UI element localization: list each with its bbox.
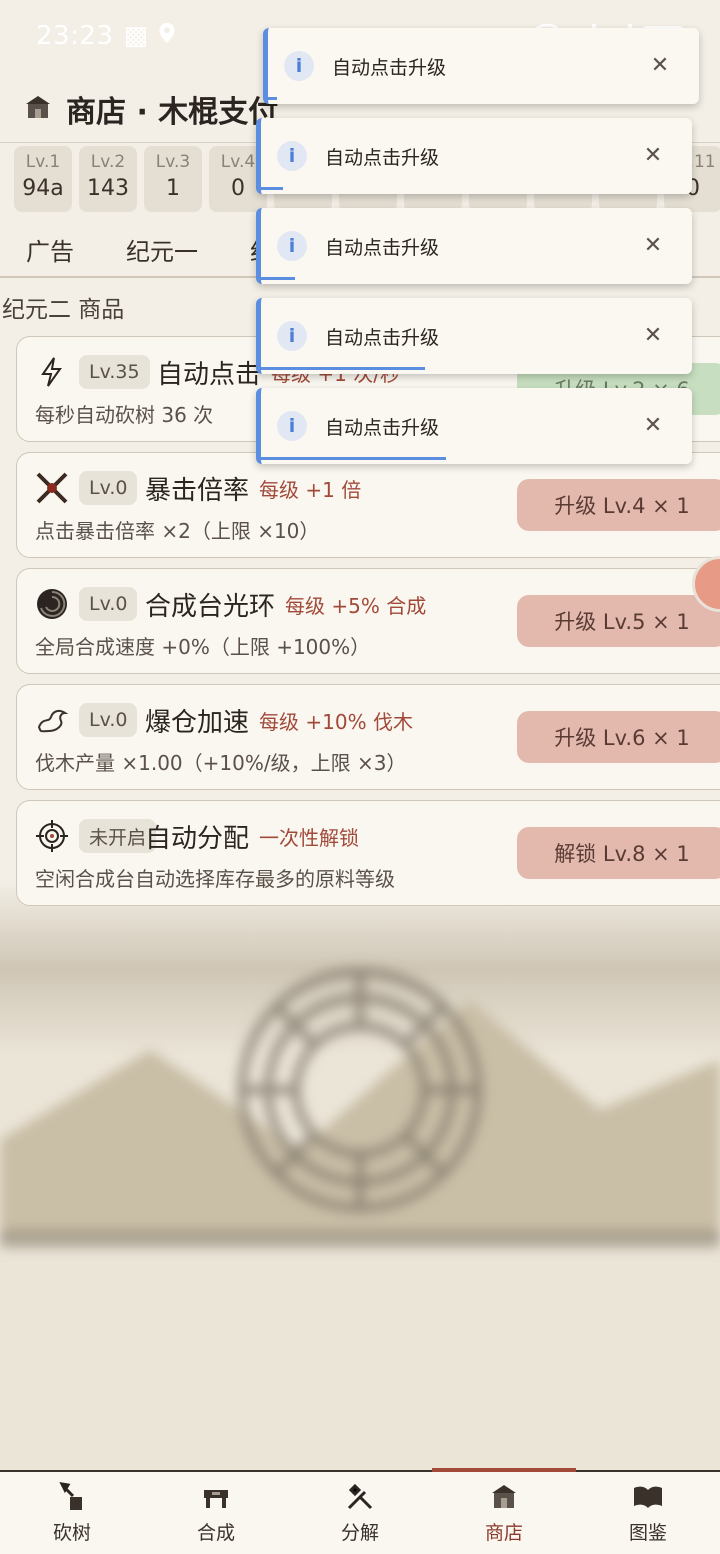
info-icon: i: [277, 411, 307, 441]
shop-icon: [432, 1482, 576, 1512]
upgrade-button[interactable]: 升级 Lv.6 × 1: [517, 711, 720, 763]
section-title: 纪元二 商品: [2, 297, 125, 323]
level-resource-box: Lv.3 1: [144, 146, 202, 212]
background-scenery: [0, 880, 720, 1470]
item-name-line: 暴击倍率 每级 +1 倍: [145, 471, 362, 506]
crit-icon: [35, 471, 69, 505]
item-name-line: 自动分配 一次性解锁: [145, 819, 360, 854]
axe-tree-icon: [0, 1482, 144, 1512]
upgrade-button[interactable]: 解锁 Lv.8 × 1: [517, 827, 720, 879]
item-level-badge: Lv.0: [79, 587, 138, 621]
notification-toast: i 自动点击升级 ✕: [256, 208, 692, 284]
nav-item[interactable]: 商店: [432, 1468, 576, 1554]
item-level-badge: Lv.35: [79, 355, 150, 389]
toast-progress-bar: [261, 187, 283, 190]
tools-icon: [288, 1482, 432, 1512]
item-description: 空闲合成台自动选择库存最多的原料等级: [35, 867, 395, 891]
item-description: 每秒自动砍树 36 次: [35, 403, 214, 427]
notification-toast: i 自动点击升级 ✕: [263, 28, 699, 104]
info-icon: i: [277, 141, 307, 171]
item-name-line: 合成台光环 每级 +5% 合成: [145, 587, 427, 622]
workbench-icon: [144, 1482, 288, 1512]
toast-message: 自动点击升级: [332, 56, 447, 79]
item-per-level: 每级 +1 倍: [259, 477, 362, 502]
item-description: 点击暴击倍率 ×2（上限 ×10）: [35, 519, 320, 543]
item-level-badge: Lv.0: [79, 703, 138, 737]
level-resource-box: Lv.1 94a: [14, 146, 72, 212]
item-level-badge: Lv.0: [79, 471, 138, 505]
close-icon[interactable]: ✕: [638, 138, 668, 172]
page-title: 商店 · 木棍支付: [66, 95, 279, 130]
shop-item-card: Lv.0 暴击倍率 每级 +1 倍 点击暴击倍率 ×2（上限 ×10） 升级 L…: [16, 452, 720, 558]
level-resource-value: 1: [166, 176, 180, 201]
info-icon: i: [277, 231, 307, 261]
book-icon: [576, 1482, 720, 1512]
notification-toast: i 自动点击升级 ✕: [256, 388, 692, 464]
dragon-icon: [35, 703, 69, 737]
nav-item[interactable]: 砍树: [0, 1472, 144, 1554]
nav-label: 合成: [196, 1522, 235, 1544]
vortex-icon: [35, 587, 69, 621]
item-name: 合成台光环: [145, 591, 276, 622]
shop-item-card: Lv.0 合成台光环 每级 +5% 合成 全局合成速度 +0%（上限 +100%…: [16, 568, 720, 674]
item-name-line: 爆仓加速 每级 +10% 伐木: [145, 703, 413, 738]
level-resource-value: 94a: [22, 176, 64, 201]
era-tab[interactable]: 广告: [0, 232, 100, 267]
nav-item[interactable]: 合成: [144, 1472, 288, 1554]
status-time: 23:23: [36, 21, 114, 51]
nav-label: 分解: [340, 1522, 379, 1544]
level-resource-box: Lv.2 143: [79, 146, 137, 212]
era-tab[interactable]: 纪元一: [100, 232, 224, 267]
bottom-navigation: 砍树 合成 分解 商店 图鉴: [0, 1468, 720, 1554]
nav-item[interactable]: 分解: [288, 1472, 432, 1554]
shop-item-card: 未开启 自动分配 一次性解锁 空闲合成台自动选择库存最多的原料等级 解锁 Lv.…: [16, 800, 720, 906]
level-resource-name: Lv.2: [90, 152, 126, 172]
item-per-level: 一次性解锁: [259, 825, 360, 850]
info-icon: i: [284, 51, 314, 81]
upgrade-button[interactable]: 升级 Lv.4 × 1: [517, 479, 720, 531]
toast-message: 自动点击升级: [325, 236, 440, 259]
level-resource-name: Lv.3: [155, 152, 191, 172]
lightning-icon: [35, 355, 69, 389]
location-icon: [158, 21, 176, 51]
toast-message: 自动点击升级: [325, 416, 440, 439]
close-icon[interactable]: ✕: [638, 408, 668, 442]
item-per-level: 每级 +5% 合成: [285, 593, 427, 618]
nav-item[interactable]: 图鉴: [576, 1472, 720, 1554]
item-description: 伐木产量 ×1.00（+10%/级，上限 ×3）: [35, 751, 407, 775]
toast-message: 自动点击升级: [325, 146, 440, 169]
close-icon[interactable]: ✕: [638, 318, 668, 352]
nfc-icon: ▩: [123, 21, 149, 51]
toast-progress-bar: [268, 97, 277, 100]
shop-item-card: Lv.0 爆仓加速 每级 +10% 伐木 伐木产量 ×1.00（+10%/级，上…: [16, 684, 720, 790]
page-header: 商店 · 木棍支付: [24, 84, 278, 134]
toast-message: 自动点击升级: [325, 326, 440, 349]
info-icon: i: [277, 321, 307, 351]
close-icon[interactable]: ✕: [645, 48, 675, 82]
nav-label: 商店: [484, 1522, 523, 1544]
item-name: 自动点击: [157, 359, 262, 390]
toast-progress-bar: [261, 277, 296, 280]
item-per-level: 每级 +10% 伐木: [259, 709, 413, 734]
item-description: 全局合成速度 +0%（上限 +100%）: [35, 635, 371, 659]
shop-icon: [24, 94, 52, 124]
level-resource-name: Lv.1: [25, 152, 61, 172]
toast-progress-bar: [261, 367, 425, 370]
toast-progress-bar: [261, 457, 447, 460]
target-icon: [35, 819, 69, 853]
upgrade-button[interactable]: 升级 Lv.5 × 1: [517, 595, 720, 647]
item-name: 暴击倍率: [145, 475, 250, 506]
item-name: 自动分配: [145, 823, 250, 854]
nav-label: 图鉴: [628, 1522, 667, 1544]
nav-label: 砍树: [52, 1522, 91, 1544]
notification-toast: i 自动点击升级 ✕: [256, 298, 692, 374]
level-resource-value: 143: [87, 176, 129, 201]
item-name: 爆仓加速: [145, 707, 250, 738]
notification-toast: i 自动点击升级 ✕: [256, 118, 692, 194]
close-icon[interactable]: ✕: [638, 228, 668, 262]
